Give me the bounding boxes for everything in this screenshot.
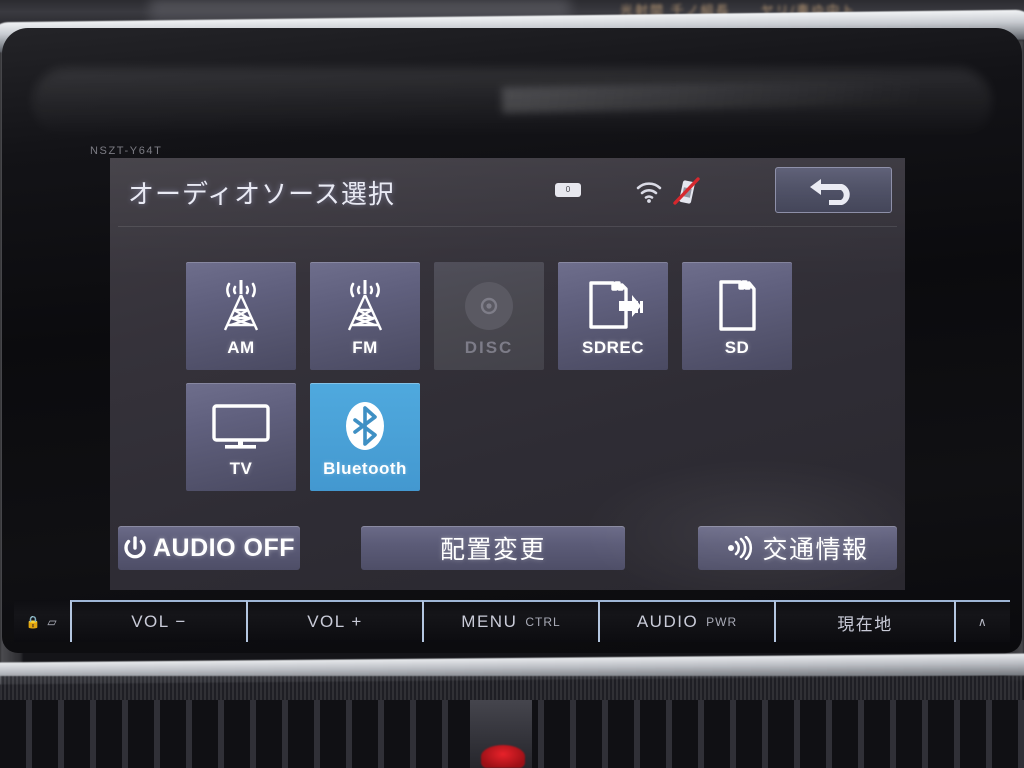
broadcast-waves-icon: [728, 536, 753, 560]
hardware-button-strip: 🔒 ⏥ VOL − VOL + MENU CTRL AUDIO PWR 現在地 …: [14, 600, 1010, 642]
return-arrow-icon: [809, 179, 850, 205]
bluetooth-icon: [341, 396, 389, 458]
source-tile-sdrec[interactable]: SDREC: [558, 262, 668, 370]
source-tile-label: FM: [352, 338, 378, 357]
source-tile-empty: [558, 383, 668, 491]
status-icon-area: 0: [540, 172, 770, 214]
hw-button-label: AUDIO: [636, 612, 699, 631]
hw-button-label: MENU: [461, 612, 518, 631]
hw-button-sublabel: PWR: [706, 615, 738, 629]
lock-icon: 🔒: [25, 615, 43, 629]
source-tile-label: TV: [229, 459, 253, 478]
screen-header: オーディオソース選択 0: [110, 158, 905, 228]
hook-icon: ∧: [977, 615, 989, 629]
sd-card-icon: [713, 275, 761, 337]
source-tile-label: DISC: [464, 338, 514, 357]
model-code-label: NSZT-Y64T: [90, 145, 163, 157]
hw-button-label: VOL −: [131, 612, 187, 631]
layout-change-label: 配置変更: [439, 536, 546, 564]
source-tile-label: AM: [227, 338, 255, 357]
dashboard-scene: 光射間 千ノ組長 ヤリ/車ゆ中ト NSZT-Y64T オーディオソース選択 0: [0, 0, 1024, 768]
source-tile-sd[interactable]: SD: [682, 262, 792, 370]
hw-button-audio[interactable]: AUDIO PWR: [598, 600, 774, 642]
source-tile-bluetooth[interactable]: Bluetooth: [310, 383, 420, 491]
wifi-icon: [635, 180, 663, 204]
hw-button-volume-down[interactable]: VOL −: [70, 600, 246, 642]
radio-tower-icon: [215, 275, 267, 337]
phone-disconnected-icon: [670, 176, 702, 208]
capsule-indicator-glyph: 0: [565, 185, 571, 194]
disc-icon: [462, 275, 516, 337]
television-icon: [210, 396, 272, 458]
hazard-button-red[interactable]: [481, 745, 525, 768]
traffic-info-label: 交通情報: [762, 536, 869, 564]
hw-button-menu[interactable]: MENU CTRL: [422, 600, 598, 642]
source-row-1: AM FM DISC SDREC SD: [186, 262, 836, 370]
hw-button-eject[interactable]: 🔒 ⏥: [14, 600, 70, 642]
source-tile-tv[interactable]: TV: [186, 383, 296, 491]
sd-record-icon: [582, 275, 644, 337]
screen-action-bar: AUDIO OFF 配置変更 交通情報: [110, 526, 905, 576]
hw-button-misc[interactable]: ∧: [954, 600, 1010, 642]
hw-button-volume-up[interactable]: VOL +: [246, 600, 422, 642]
hw-button-current-location[interactable]: 現在地: [774, 600, 954, 642]
power-icon: [124, 536, 146, 559]
audio-off-button[interactable]: AUDIO OFF: [118, 526, 300, 570]
source-tile-empty: [682, 383, 792, 491]
hw-button-label: VOL +: [307, 612, 363, 631]
page-title: オーディオソース選択: [128, 179, 395, 209]
layout-change-button[interactable]: 配置変更: [361, 526, 625, 570]
audio-off-label: AUDIO OFF: [153, 533, 295, 562]
capsule-indicator-icon: 0: [555, 183, 581, 197]
eject-icon: ⏥: [47, 615, 59, 629]
source-row-2: TV Bluetooth: [186, 383, 836, 491]
audio-source-grid: AM FM DISC SDREC SD TV Bluetooth: [186, 262, 836, 504]
source-tile-label: SDREC: [581, 338, 644, 357]
back-button[interactable]: [775, 167, 892, 213]
source-tile-label: SD: [724, 338, 750, 357]
traffic-info-button[interactable]: 交通情報: [698, 526, 897, 570]
source-tile-fm[interactable]: FM: [310, 262, 420, 370]
hw-button-label: 現在地: [837, 614, 893, 634]
source-tile-am[interactable]: AM: [186, 262, 296, 370]
header-divider: [118, 226, 897, 227]
source-tile-label: Bluetooth: [323, 459, 407, 478]
hw-button-sublabel: CTRL: [525, 615, 561, 629]
lcd-screen: オーディオソース選択 0 AM FM DISC SDREC SD TV Blue…: [110, 158, 905, 590]
source-tile-disc: DISC: [434, 262, 544, 370]
radio-tower-icon: [339, 275, 391, 337]
source-tile-empty: [434, 383, 544, 491]
